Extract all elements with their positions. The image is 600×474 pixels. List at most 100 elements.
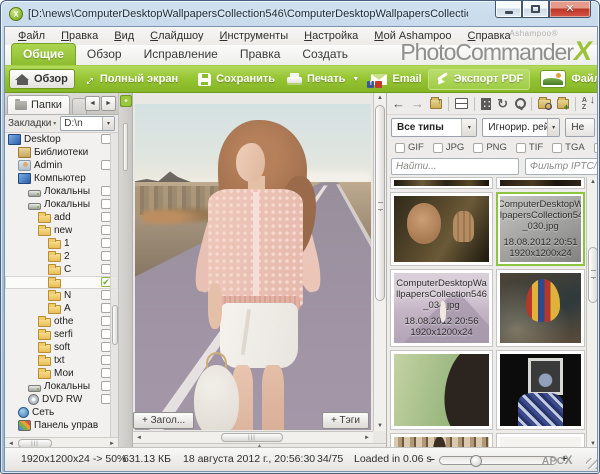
close-button[interactable]: ✕ <box>549 1 591 18</box>
tree-item-2[interactable]: Admin <box>5 159 118 172</box>
thumbnail-2[interactable] <box>390 192 493 266</box>
scroll-up-icon[interactable]: ▲ <box>587 179 598 185</box>
menu-item-3[interactable]: Слайдшоу <box>143 29 210 43</box>
file-type-filter[interactable]: Все типы ▾ <box>391 118 477 137</box>
scrollbar-thumb[interactable] <box>588 247 598 303</box>
scroll-down-icon[interactable]: ▼ <box>374 423 386 429</box>
tree-item-1[interactable]: Библиотеки <box>5 146 118 159</box>
viewer-hscrollbar[interactable]: ◄ ► ||| <box>133 431 373 443</box>
tab-scroll-right-button[interactable]: ► <box>101 96 116 111</box>
folder-search-button[interactable] <box>538 99 550 109</box>
tree-item-3[interactable]: Компьютер <box>5 172 118 185</box>
collapse-panel-button[interactable] <box>120 95 132 107</box>
add-tags-button[interactable]: + Тэги <box>322 412 369 429</box>
rating-filter[interactable]: Игнорир. рейти ▾ <box>482 118 560 137</box>
rating-extra-button[interactable]: Не <box>565 118 595 137</box>
thumbnails-vscrollbar[interactable]: ▲ ▼ <box>586 177 598 449</box>
ribbon-tab-3[interactable]: Правка <box>229 44 292 65</box>
resize-grip[interactable] <box>586 458 597 469</box>
export-pdf-button[interactable]: Экспорт PDF <box>428 69 531 90</box>
tree-item-16[interactable]: soft <box>5 341 118 354</box>
minimize-button[interactable] <box>495 1 522 18</box>
menu-item-5[interactable]: Настройка <box>297 29 365 43</box>
tree-item-6[interactable]: add <box>5 211 118 224</box>
thumbnail-grid-button[interactable] <box>481 98 491 110</box>
scrollbar-thumb[interactable] <box>112 305 118 345</box>
menu-item-1[interactable]: Правка <box>54 29 105 43</box>
ribbon-tab-4[interactable]: Создать <box>291 44 359 65</box>
folder-tree-vscrollbar[interactable] <box>110 133 118 437</box>
iptc-filter-input[interactable] <box>525 158 598 175</box>
viewer-vscrollbar[interactable]: ▲ ▼ <box>373 93 386 431</box>
current-photo[interactable] <box>135 104 371 430</box>
menu-item-2[interactable]: Вид <box>107 29 141 43</box>
folder-add-button[interactable] <box>557 99 569 109</box>
zoom-slider-thumb[interactable] <box>470 455 482 467</box>
menu-item-4[interactable]: Инструменты <box>213 29 296 43</box>
split-view-button[interactable] <box>455 98 467 109</box>
folders-tab[interactable]: Папки <box>7 95 70 114</box>
folder-up-button[interactable] <box>430 99 442 109</box>
tree-item-19[interactable]: Локальны <box>5 380 118 393</box>
path-combo[interactable]: D:\n ▾ <box>60 116 115 131</box>
ribbon-tab-0[interactable]: Общие <box>11 43 76 65</box>
thumbnail-7[interactable] <box>496 350 585 430</box>
search-input[interactable] <box>391 158 519 175</box>
menu-item-0[interactable]: Файл <box>11 29 52 43</box>
search-button[interactable] <box>514 97 525 110</box>
tree-item-0[interactable]: Desktop <box>5 133 118 146</box>
scroll-up-icon[interactable]: ▲ <box>374 95 386 101</box>
tree-item-12[interactable]: N <box>5 289 118 302</box>
zoom-out-button[interactable]: – <box>429 453 435 465</box>
file-button[interactable]: Файл ▼ <box>538 67 598 91</box>
tree-item-13[interactable]: A <box>5 302 118 315</box>
thumbnail-0[interactable] <box>390 177 493 189</box>
scrollbar-thumb[interactable]: ||| <box>221 433 283 442</box>
thumbnail-4[interactable]: ComputerDesktopWallpapersCollection546_0… <box>390 269 493 347</box>
fullscreen-button[interactable]: ↔ Полный экран <box>75 70 184 88</box>
format-checkbox-psd[interactable]: PSD <box>594 142 598 153</box>
tree-item-18[interactable]: Мои <box>5 367 118 380</box>
tab-scroll-left-button[interactable]: ◄ <box>85 96 100 111</box>
sort-button[interactable]: AZ <box>582 97 594 111</box>
tree-item-11[interactable]: ✔ <box>5 276 118 289</box>
zoom-slider[interactable] <box>439 456 557 465</box>
tree-item-17[interactable]: txt <box>5 354 118 367</box>
back-button[interactable]: ← <box>392 96 405 112</box>
format-checkbox-gif[interactable]: GIF <box>395 142 424 153</box>
ribbon-tab-2[interactable]: Исправление <box>133 44 229 65</box>
maximize-button[interactable] <box>522 1 549 18</box>
format-checkbox-tif[interactable]: TIF <box>516 142 543 153</box>
tree-item-5[interactable]: Локальны <box>5 198 118 211</box>
refresh-button[interactable]: ↻ <box>497 96 508 112</box>
splitter-grip[interactable] <box>123 123 128 171</box>
tree-item-4[interactable]: Локальны <box>5 185 118 198</box>
format-checkbox-jpg[interactable]: JPG <box>433 142 464 153</box>
tree-item-21[interactable]: Сеть <box>5 406 118 419</box>
scroll-left-icon[interactable]: ◄ <box>133 432 145 443</box>
thumbnail-1[interactable] <box>496 177 585 189</box>
ribbon-tab-1[interactable]: Обзор <box>76 44 133 65</box>
tree-item-7[interactable]: new <box>5 224 118 237</box>
tree-item-9[interactable]: 2 <box>5 250 118 263</box>
tree-item-15[interactable]: serfi <box>5 328 118 341</box>
tree-item-8[interactable]: 1 <box>5 237 118 250</box>
thumbnail-6[interactable] <box>390 350 493 430</box>
email-button[interactable]: Email <box>365 70 427 88</box>
panel-splitter[interactable] <box>119 93 133 449</box>
scroll-right-icon[interactable]: ► <box>361 432 373 443</box>
tree-item-22[interactable]: Панель управ <box>5 419 118 432</box>
browse-button[interactable]: Обзор <box>9 69 75 89</box>
scrollbar-thumb[interactable] <box>375 105 385 301</box>
tree-item-14[interactable]: othe <box>5 315 118 328</box>
thumbnail-5[interactable] <box>496 269 585 347</box>
tree-item-10[interactable]: C <box>5 263 118 276</box>
save-button[interactable]: Сохранить <box>192 70 281 89</box>
forward-button[interactable]: → <box>411 96 424 112</box>
format-checkbox-tga[interactable]: TGA <box>552 142 585 153</box>
tree-item-20[interactable]: DVD RW <box>5 393 118 406</box>
print-button[interactable]: Печать ▼ <box>281 70 365 88</box>
add-caption-button[interactable]: + Загол... <box>133 412 194 429</box>
format-checkbox-png[interactable]: PNG <box>473 142 507 153</box>
bookmarks-dropdown[interactable]: Закладки ▾ <box>8 118 56 129</box>
